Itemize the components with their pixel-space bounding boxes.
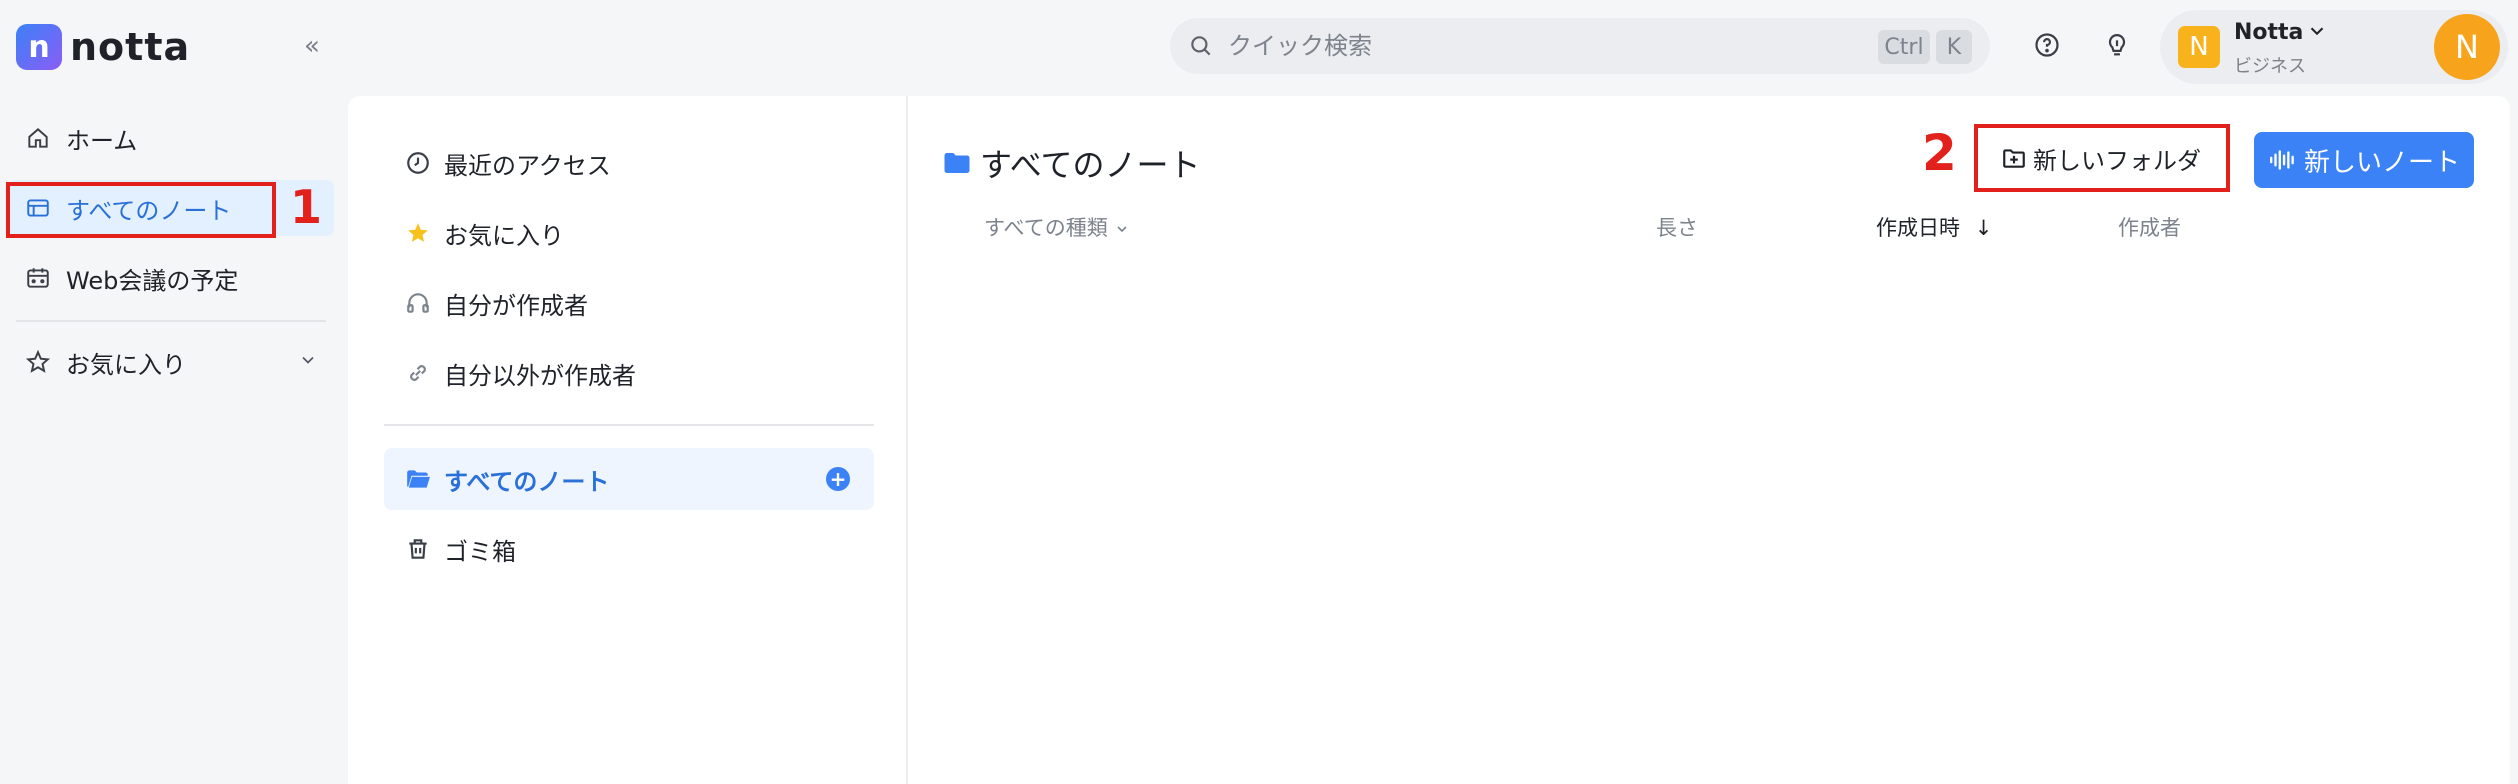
folder-item-favorites[interactable]: お気に入り [384, 202, 874, 264]
notta-logo[interactable]: n notta [16, 24, 190, 70]
chevron-down-icon[interactable] [298, 348, 318, 376]
folder-item-recent[interactable]: 最近のアクセス [384, 132, 874, 194]
home-icon [24, 124, 52, 152]
sidebar-item-label: Web会議の予定 [66, 266, 239, 295]
folder-item-mine[interactable]: 自分が作成者 [384, 272, 874, 334]
column-type-filter[interactable]: すべての種類 [984, 212, 1130, 242]
annotation-number-1: 1 [290, 180, 323, 234]
folder-item-all-notes[interactable]: すべてのノート + [384, 448, 874, 510]
workspace-name: Notta [2234, 20, 2304, 45]
annotation-box-1 [6, 182, 276, 238]
sidebar-nav: ホーム すべてのノート Web会議の予定 お気に入り [8, 110, 334, 404]
column-length[interactable]: 長さ [1656, 212, 1698, 242]
logo-text: notta [70, 25, 191, 69]
column-created[interactable]: 作成日時 ↓ [1876, 212, 1992, 242]
search-input[interactable] [1228, 32, 1828, 60]
star-filled-icon [404, 219, 432, 247]
sidebar-item-favorites[interactable]: お気に入り [8, 334, 334, 390]
folder-item-label: 自分以外が作成者 [444, 361, 636, 390]
new-note-label: 新しいノート [2303, 147, 2460, 178]
logo-mark-icon: n [16, 24, 62, 70]
chevron-down-icon[interactable] [2306, 20, 2328, 48]
sidebar-item-meetings[interactable]: Web会議の予定 [8, 250, 334, 306]
sidebar-item-label: ホーム [66, 126, 138, 155]
nav-divider [16, 320, 326, 322]
chevron-down-icon [1117, 226, 1127, 233]
sort-arrow-icon: ↓ [1974, 216, 1993, 240]
link-icon [404, 359, 432, 387]
folder-divider [384, 424, 874, 426]
clock-icon [404, 149, 432, 177]
page-title: すべてのノート [942, 140, 1200, 186]
folder-item-label: お気に入り [444, 221, 564, 250]
shortcut-k: K [1936, 30, 1972, 64]
folder-list: 最近のアクセス お気に入り 自分が作成者 自分以外が作成者 すべてのノート + … [348, 96, 908, 784]
account-switcher[interactable]: N Notta ビジネス N [2160, 10, 2508, 84]
folder-item-label: すべてのノート [444, 467, 610, 496]
annotation-box-2 [1974, 124, 2230, 192]
shortcut-ctrl: Ctrl [1878, 30, 1930, 64]
calendar-icon [24, 264, 52, 292]
search-icon [1188, 32, 1216, 60]
folder-item-label: 最近のアクセス [444, 151, 611, 180]
column-type-label: すべての種類 [984, 216, 1108, 240]
help-icon[interactable] [2030, 28, 2064, 62]
folder-item-label: 自分が作成者 [444, 291, 588, 320]
lightbulb-icon[interactable] [2100, 28, 2134, 62]
column-created-label: 作成日時 [1876, 216, 1960, 240]
folder-open-icon [404, 465, 432, 493]
workspace-plan: ビジネス [2234, 56, 2306, 77]
sidebar-item-home[interactable]: ホーム [8, 110, 334, 166]
folder-item-others[interactable]: 自分以外が作成者 [384, 342, 874, 404]
sidebar-item-label: お気に入り [66, 350, 186, 379]
avatar[interactable]: N [2434, 14, 2500, 80]
add-folder-icon[interactable]: + [826, 467, 850, 491]
sidebar: n notta « ホーム すべてのノート Web会議の予定 お気に入り 1 [0, 0, 348, 784]
collapse-sidebar-button[interactable]: « [294, 28, 330, 64]
search-bar[interactable]: Ctrl K [1170, 18, 1990, 74]
folder-icon [944, 153, 970, 173]
headphones-icon [404, 289, 432, 317]
notes-content: すべてのノート 新しいフォルダ 新しいノート 2 すべての種類 長さ 作成日時 … [910, 96, 2510, 784]
main-panel: 最近のアクセス お気に入り 自分が作成者 自分以外が作成者 すべてのノート + … [348, 96, 2510, 784]
new-note-button[interactable]: 新しいノート [2254, 132, 2474, 188]
column-author[interactable]: 作成者 [2118, 212, 2181, 242]
trash-icon [404, 535, 432, 563]
page-title-text: すべてのノート [980, 146, 1201, 184]
workspace-badge: N [2178, 26, 2220, 68]
notta-app: n notta « ホーム すべてのノート Web会議の予定 お気に入り 1 ク… [0, 0, 2518, 784]
folder-item-trash[interactable]: ゴミ箱 [384, 518, 874, 580]
annotation-number-2: 2 [1922, 124, 1957, 182]
star-outline-icon [24, 348, 52, 376]
waveform-icon [2270, 150, 2294, 170]
folder-item-label: ゴミ箱 [444, 537, 516, 566]
